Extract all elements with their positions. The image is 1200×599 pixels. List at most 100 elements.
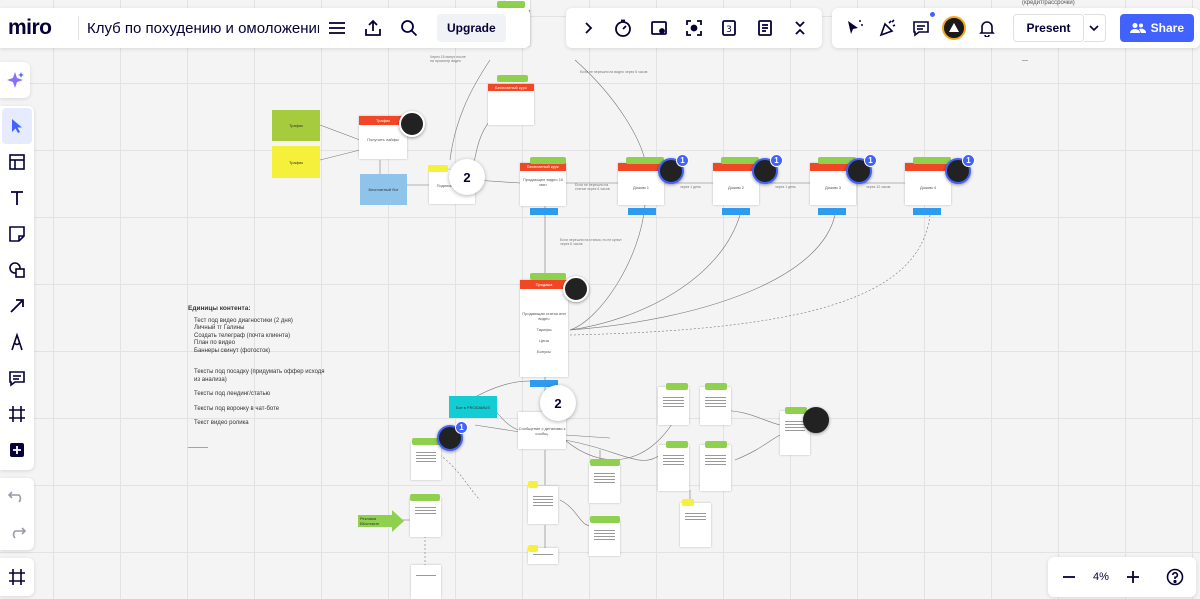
top-bar-left: miro Клуб по похудению и омоложению Upgr… [0,8,530,48]
help-icon[interactable] [1157,559,1193,595]
zoom-out-icon[interactable] [1051,559,1087,595]
present-button[interactable]: Present [1013,14,1084,42]
card-free-course-tag [497,75,528,82]
zoom-level[interactable]: 4% [1093,571,1109,583]
chevron-right-icon[interactable] [570,10,605,46]
svg-text:3: 3 [727,25,733,35]
card-dozhim-1-footer [628,208,656,215]
content-item: План по видео [194,340,236,346]
sticky-note-blue[interactable]: Бесплатный бот [360,174,407,205]
doc-card-12[interactable] [680,503,711,547]
content-units-list-1: Тест под видео диагностики (2 дня) Личны… [188,318,328,356]
comment-icon[interactable] [2,360,32,396]
arrow-icon[interactable] [2,288,32,324]
present-options-chevron-down-icon[interactable] [1083,14,1106,42]
doc-card-5-tag [528,545,538,552]
card-sale[interactable]: Продажа Продающая статья или видео Тариф… [520,280,568,377]
top-bar-tools: 3 [566,8,822,48]
board-title[interactable]: Клуб по похудению и омоложению [87,20,319,37]
content-item: Личный тг Галины [194,325,245,331]
card-sale-tag [530,273,566,280]
collaborator-avatar[interactable] [399,111,425,137]
frames-list-icon[interactable] [0,558,34,596]
content-item: Тест под видео диагностики (2 дня) [194,317,293,324]
content-item: Баннеры скинут (фотосток) [194,347,271,354]
doc-card-1[interactable] [411,442,441,480]
doc-card-11-tag [705,441,727,448]
text-icon[interactable] [2,180,32,216]
card-free-course[interactable]: Бесплатный курс [488,84,534,125]
bell-icon[interactable] [970,10,1003,46]
card-dozhim-4-footer [913,208,941,215]
sticky-note-cyan[interactable]: Бот в PRODAMUS [449,396,497,418]
doc-card-6[interactable] [589,463,620,503]
connector-label: Если не перешли на статью через 6 часов [575,183,610,191]
sticky-note-lime[interactable]: Трафик [272,110,320,141]
focus-icon[interactable] [676,10,711,46]
menu-icon[interactable] [319,10,355,46]
export-icon[interactable] [355,10,391,46]
upgrade-button[interactable]: Upgrade [437,14,506,42]
undo-icon[interactable] [2,478,32,514]
notes-icon[interactable] [747,10,782,46]
doc-card-6-tag [590,459,620,466]
reaction-icon[interactable] [838,10,871,46]
pen-icon[interactable] [2,324,32,360]
connector-label: через 1 день [680,185,701,189]
celebrate-icon[interactable] [871,10,904,46]
notification-count: 1 [676,154,689,167]
templates-icon[interactable] [2,144,32,180]
select-icon[interactable] [2,108,32,144]
doc-card-2[interactable] [410,497,441,537]
connector-label: через 12 часов [866,185,891,189]
doc-card-10-tag [666,441,688,448]
avatar[interactable] [937,10,970,46]
doc-card-12-tag [682,499,694,506]
doc-card-8[interactable] [658,387,689,425]
doc-card-11[interactable] [700,445,731,491]
frame-icon[interactable] [2,396,32,432]
sticky-note-icon[interactable] [2,216,32,252]
card-free-video[interactable]: Бесплатный курс Продающее видео 10 мин [520,163,566,206]
users-icon [1129,23,1146,33]
card-dozhim-1-tag [626,157,664,164]
doc-card-8-tag [666,383,688,390]
collaborator-avatar[interactable] [563,276,589,302]
vote-icon[interactable]: 3 [712,10,747,46]
connector-label: Если перешли на статью, но не купил чере… [560,238,622,246]
connector-label: Если не перешли на видео через 6 часов [580,70,648,74]
collapse-icon[interactable] [783,10,818,46]
content-units-heading: Единицы контента: [188,305,251,312]
share-button[interactable]: Share [1119,14,1194,42]
cluster-count-badge[interactable]: 2 [449,159,485,195]
content-units-block[interactable]: Единицы контента: Тест под видео диагнос… [188,305,328,449]
doc-card-4-tag [528,481,538,488]
cluster-count-badge[interactable]: 2 [540,385,576,421]
ai-sparkle-icon[interactable] [0,62,30,98]
doc-card-10[interactable] [658,445,689,491]
card-dozhim-2-footer [722,208,750,215]
doc-card-4[interactable] [528,486,558,524]
top-right-dash: — [1022,58,1028,64]
card-top-tag [497,1,525,8]
doc-card-2-tag [410,494,440,501]
doc-card-3[interactable] [411,565,441,599]
search-icon[interactable] [391,10,427,46]
miro-logo[interactable]: miro [6,16,70,40]
zoom-in-icon[interactable] [1115,559,1151,595]
shapes-icon[interactable] [2,252,32,288]
doc-card-9[interactable] [700,387,731,425]
collaborator-avatar[interactable] [803,407,829,433]
redo-icon[interactable] [2,514,32,550]
doc-card-7[interactable] [589,520,620,556]
board-canvas[interactable]: (кредит/рассрочки) — Трафик Трафик Беспл… [0,0,1200,599]
card-icon[interactable] [641,10,676,46]
content-item: Тексты под посадку (придумать оффер исхо… [194,369,325,383]
sticky-note-yellow[interactable]: Трафик [272,146,320,178]
add-icon[interactable] [2,432,32,468]
timer-icon[interactable] [605,10,640,46]
divider [78,16,79,40]
notification-count: 1 [770,154,783,167]
card-subscribe-tag [428,165,448,172]
comment-icon[interactable] [904,10,937,46]
